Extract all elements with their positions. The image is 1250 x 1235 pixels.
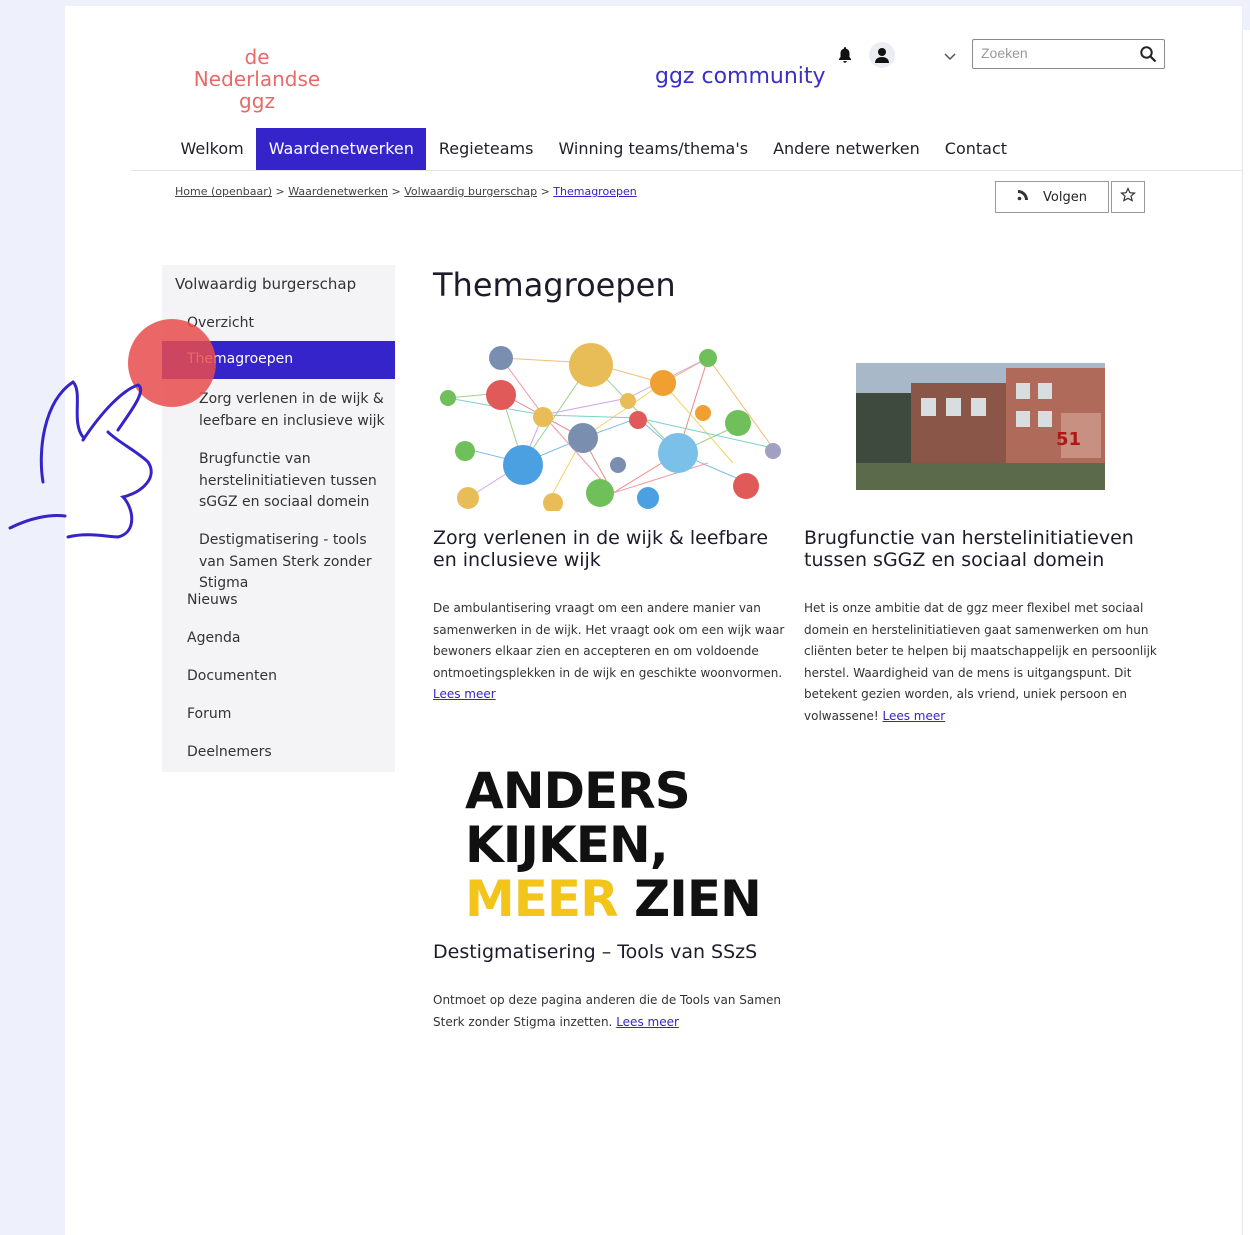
bell-icon[interactable] [836,46,854,64]
house-number: 51 [1056,429,1081,450]
card-title-destigmatisering[interactable]: Destigmatisering – Tools van SSzS [433,941,793,963]
nav-waardenetwerken[interactable]: Waardenetwerken [256,128,427,170]
page: de Nederlandse ggz ggz community Welkom … [65,6,1242,1235]
sidebar-item-forum[interactable]: Forum [187,706,231,722]
chevron-down-icon[interactable] [943,48,957,62]
search-icon[interactable] [1139,45,1157,63]
image-line-highlight: MEER [465,870,619,928]
main-nav: Welkom Waardenetwerken Regieteams Winnin… [168,128,1020,170]
sidebar-item-nieuws[interactable]: Nieuws [187,592,238,608]
breadcrumb-home[interactable]: Home (openbaar) [175,185,272,198]
card-text-brugfunctie: Het is onze ambitie dat de ggz meer flex… [804,598,1164,727]
star-icon [1120,187,1136,207]
sidebar-subitem-brugfunctie[interactable]: Brugfunctie van herstelinitiatieven tuss… [199,449,389,514]
sidebar-subitem-destigmatisering[interactable]: Destigmatisering - tools van Samen Sterk… [199,530,389,595]
nav-divider [131,170,1242,171]
image-line: ANDERS [465,762,691,820]
logo[interactable]: de Nederlandse ggz [192,46,322,112]
search-box [972,39,1165,69]
rss-icon [1017,189,1029,205]
read-more-link[interactable]: Lees meer [616,1015,679,1029]
hand-pointer-icon [8,380,153,539]
nav-andere-netwerken[interactable]: Andere netwerken [761,128,933,170]
logo-line-2: Nederlandse [193,67,321,91]
breadcrumb-sep: > [540,185,550,198]
favorite-star-button[interactable] [1111,181,1145,213]
search-input[interactable] [973,40,1131,66]
sidebar-item-documenten[interactable]: Documenten [187,668,277,684]
image-line: ZIEN [634,870,762,928]
card-desc: Het is onze ambitie dat de ggz meer flex… [804,601,1157,723]
scroll-edge [1242,30,1250,1235]
logo-line-3: ggz [239,89,275,113]
breadcrumb-sep: > [391,185,401,198]
breadcrumb-volwaardig-burgerschap[interactable]: Volwaardig burgerschap [404,185,537,198]
image-line: KIJKEN, [465,816,669,874]
follow-button[interactable]: Volgen [995,181,1109,213]
card-desc: Ontmoet op deze pagina anderen die de To… [433,993,781,1029]
sidebar-item-agenda[interactable]: Agenda [187,630,240,646]
sidebar-item-deelnemers[interactable]: Deelnemers [187,744,272,760]
nav-winning-teams[interactable]: Winning teams/thema's [546,128,761,170]
breadcrumb: Home (openbaar) > Waardenetwerken > Volw… [175,185,637,198]
read-more-link[interactable]: Lees meer [882,709,945,723]
breadcrumb-themagroepen[interactable]: Themagroepen [553,185,636,198]
card-title-brugfunctie[interactable]: Brugfunctie van herstelinitiatieven tuss… [804,527,1164,571]
user-avatar-icon[interactable] [869,42,895,68]
card-text-destigmatisering: Ontmoet op deze pagina anderen die de To… [433,990,793,1033]
breadcrumb-waardenetwerken[interactable]: Waardenetwerken [288,185,388,198]
brand-title[interactable]: ggz community [655,64,826,89]
sidebar-subitem-zorg[interactable]: Zorg verlenen in de wijk & leefbare en i… [199,389,389,432]
card-title-zorg[interactable]: Zorg verlenen in de wijk & leefbare en i… [433,527,793,571]
nav-contact[interactable]: Contact [932,128,1019,170]
network-people-image[interactable] [433,343,785,511]
read-more-link[interactable]: Lees meer [433,687,496,701]
house-photo-image[interactable]: 51 [856,363,1105,490]
card-text-zorg: De ambulantisering vraagt om een andere … [433,598,793,706]
card-desc: De ambulantisering vraagt om een andere … [433,601,785,680]
page-title: Themagroepen [433,266,676,304]
anders-kijken-image[interactable]: ANDERS KIJKEN, MEER ZIEN [465,762,765,926]
follow-label: Volgen [1043,189,1087,205]
nav-regieteams[interactable]: Regieteams [426,128,546,170]
sidebar-heading[interactable]: Volwaardig burgerschap [175,275,356,293]
logo-line-1: de [244,45,270,69]
breadcrumb-sep: > [275,185,285,198]
nav-welkom[interactable]: Welkom [168,128,256,170]
